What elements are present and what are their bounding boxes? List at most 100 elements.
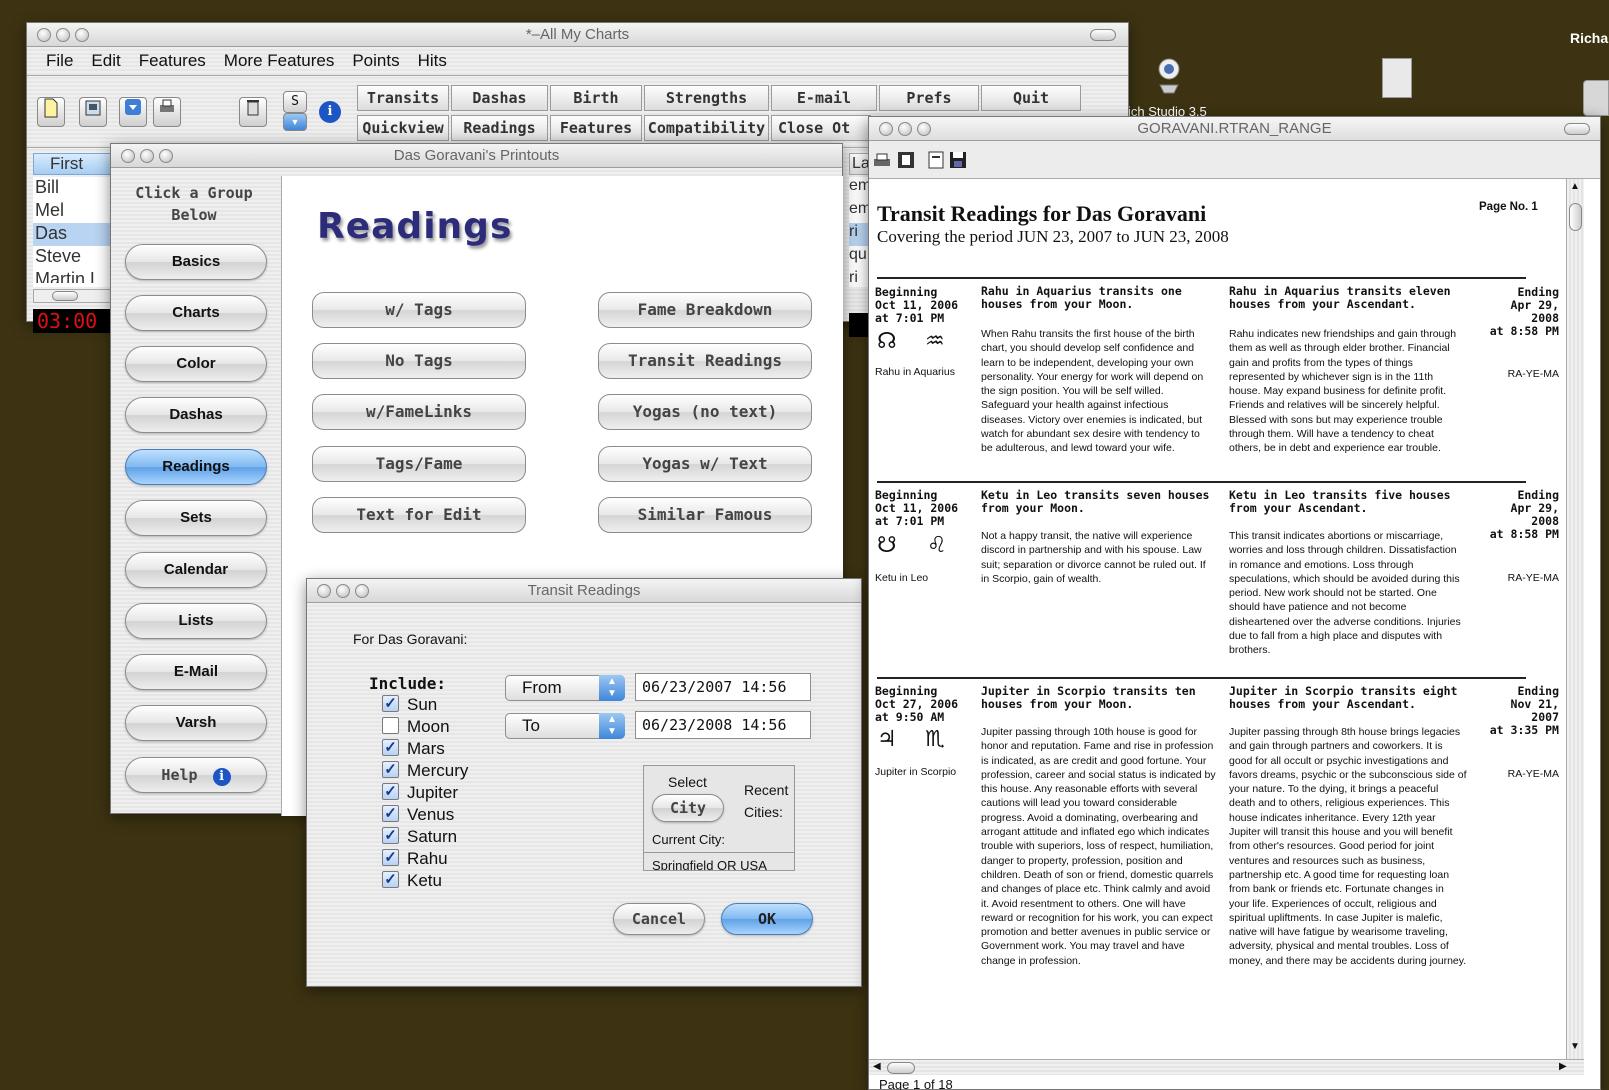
w-famelinks-button[interactable]: w/FameLinks	[312, 394, 526, 430]
list-item[interactable]: Mel	[33, 200, 117, 223]
toolbar-readings-button[interactable]: Readings	[451, 115, 548, 141]
transit-dialog-titlebar[interactable]: Transit Readings	[307, 579, 861, 603]
sun-checkbox[interactable]: ✓	[382, 695, 399, 712]
close-button[interactable]	[879, 122, 893, 136]
toolbar-quit-button[interactable]: Quit	[981, 85, 1081, 111]
group-charts-button[interactable]: Charts	[125, 295, 267, 331]
toolbar-prefs-button[interactable]: Prefs	[879, 85, 979, 111]
dropdown-arrow-icon[interactable]	[119, 97, 147, 127]
group-calendar-button[interactable]: Calendar	[125, 552, 267, 588]
desktop-document-icon[interactable]	[1382, 58, 1412, 98]
zoom-button[interactable]	[75, 28, 89, 42]
s-dropdown-arrow-icon[interactable]: ▼	[283, 113, 307, 131]
to-popup[interactable]: To ▲ ▼	[505, 713, 625, 739]
from-popup[interactable]: From ▲ ▼	[505, 675, 625, 701]
w-tags-button[interactable]: w/ Tags	[312, 292, 526, 328]
help-button[interactable]: Help i	[125, 757, 267, 793]
scroll-left-arrow-icon[interactable]: ◀	[873, 1061, 881, 1072]
minimize-button[interactable]	[898, 122, 912, 136]
close-button[interactable]	[121, 149, 135, 163]
cancel-button[interactable]: Cancel	[613, 903, 705, 935]
vertical-scroll-thumb[interactable]	[1569, 203, 1582, 231]
jupiter-checkbox[interactable]: ✓	[382, 783, 399, 800]
to-date-field[interactable]: 06/23/2008 14:56	[635, 711, 811, 739]
minimize-button[interactable]	[56, 28, 70, 42]
tags-fame-button[interactable]: Tags/Fame	[312, 446, 526, 482]
yogas-no-text-button[interactable]: Yogas (no text)	[598, 394, 812, 430]
ketu-checkbox[interactable]: ✓	[382, 871, 399, 888]
desktop-drive-icon[interactable]	[1583, 80, 1609, 116]
scroll-up-arrow-icon[interactable]: ▲	[1570, 181, 1580, 192]
toolbar-toggle-button[interactable]	[1090, 29, 1116, 41]
no-tags-button[interactable]: No Tags	[312, 343, 526, 379]
group-basics-button[interactable]: Basics	[125, 244, 267, 280]
group-dashas-button[interactable]: Dashas	[125, 397, 267, 433]
toolbar-strengths-button[interactable]: Strengths	[644, 85, 769, 111]
minimize-button[interactable]	[336, 584, 350, 598]
toolbar-close-others-button[interactable]: Close Ot	[771, 115, 871, 141]
group-email-button[interactable]: E-Mail	[125, 654, 267, 690]
zoom-button[interactable]	[355, 584, 369, 598]
report-horizontal-scrollbar[interactable]: ◀ ▶	[869, 1059, 1584, 1075]
close-button[interactable]	[317, 584, 331, 598]
yogas-with-text-button[interactable]: Yogas w/ Text	[598, 446, 812, 482]
info-icon[interactable]: i	[319, 101, 341, 123]
toolbar-email-chart-button[interactable]: E-mail chart	[771, 85, 877, 131]
s-toggle-button[interactable]: S	[283, 91, 307, 113]
toolbar-toggle-button[interactable]	[1564, 123, 1590, 135]
toolbar-features-button[interactable]: Features	[550, 115, 642, 141]
desktop-app-icon[interactable]	[1152, 55, 1186, 95]
save-icon[interactable]	[949, 151, 967, 169]
similar-famous-button[interactable]: Similar Famous	[598, 497, 812, 533]
from-date-field[interactable]: 06/23/2007 14:56	[635, 673, 811, 701]
toolbar-transits-button[interactable]: Transits	[357, 85, 449, 111]
menu-hits[interactable]: Hits	[409, 48, 456, 74]
main-window-titlebar[interactable]: *–All My Charts	[27, 23, 1128, 47]
list-item[interactable]: Steve	[33, 246, 117, 269]
list-item[interactable]: Das	[33, 223, 117, 246]
moon-checkbox[interactable]	[382, 717, 399, 734]
group-lists-button[interactable]: Lists	[125, 603, 267, 639]
list-item[interactable]: Martin L	[33, 269, 117, 283]
report-vertical-scrollbar[interactable]: ▲ ▼	[1566, 179, 1584, 1059]
scroll-right-arrow-icon[interactable]: ▶	[1559, 1061, 1567, 1072]
document-icon[interactable]	[927, 151, 945, 169]
mars-checkbox[interactable]: ✓	[382, 739, 399, 756]
trash-icon[interactable]	[239, 97, 267, 127]
group-color-button[interactable]: Color	[125, 346, 267, 382]
rahu-checkbox[interactable]: ✓	[382, 849, 399, 866]
select-city-button[interactable]: City	[652, 794, 724, 822]
transit-readings-button[interactable]: Transit Readings	[598, 343, 812, 379]
fame-breakdown-button[interactable]: Fame Breakdown	[598, 292, 812, 328]
print-icon[interactable]	[153, 97, 181, 127]
print-icon[interactable]	[873, 151, 891, 169]
text-for-edit-button[interactable]: Text for Edit	[312, 497, 526, 533]
new-document-icon[interactable]	[37, 97, 65, 127]
venus-checkbox[interactable]: ✓	[382, 805, 399, 822]
saturn-checkbox[interactable]: ✓	[382, 827, 399, 844]
menu-more-features[interactable]: More Features	[215, 48, 344, 74]
toolbar-compatibility-button[interactable]: Compatibility	[644, 115, 769, 141]
page-view-icon[interactable]	[897, 151, 915, 169]
horizontal-scroll-thumb[interactable]	[887, 1062, 915, 1074]
list-item[interactable]: Bill	[33, 177, 117, 200]
menu-features[interactable]: Features	[130, 48, 215, 74]
close-button[interactable]	[37, 28, 51, 42]
zoom-button[interactable]	[159, 149, 173, 163]
menu-file[interactable]: File	[37, 48, 82, 74]
printouts-titlebar[interactable]: Das Goravani's Printouts	[111, 144, 842, 168]
group-sets-button[interactable]: Sets	[125, 500, 267, 536]
menu-edit[interactable]: Edit	[82, 48, 129, 74]
toolbar-dashas-button[interactable]: Dashas	[451, 85, 548, 111]
report-titlebar[interactable]: GORAVANI.RTRAN_RANGE	[869, 117, 1600, 141]
ok-button[interactable]: OK	[721, 903, 813, 935]
minimize-button[interactable]	[140, 149, 154, 163]
menu-points[interactable]: Points	[343, 48, 408, 74]
list-horizontal-scrollbar[interactable]	[33, 289, 117, 303]
zoom-button[interactable]	[917, 122, 931, 136]
group-varsh-button[interactable]: Varsh	[125, 705, 267, 741]
chart-window-icon[interactable]	[79, 97, 107, 127]
group-readings-button[interactable]: Readings	[125, 449, 267, 485]
toolbar-birth-data-button[interactable]: Birth Data	[550, 85, 642, 131]
toolbar-quickview-button[interactable]: Quickview	[357, 115, 449, 141]
